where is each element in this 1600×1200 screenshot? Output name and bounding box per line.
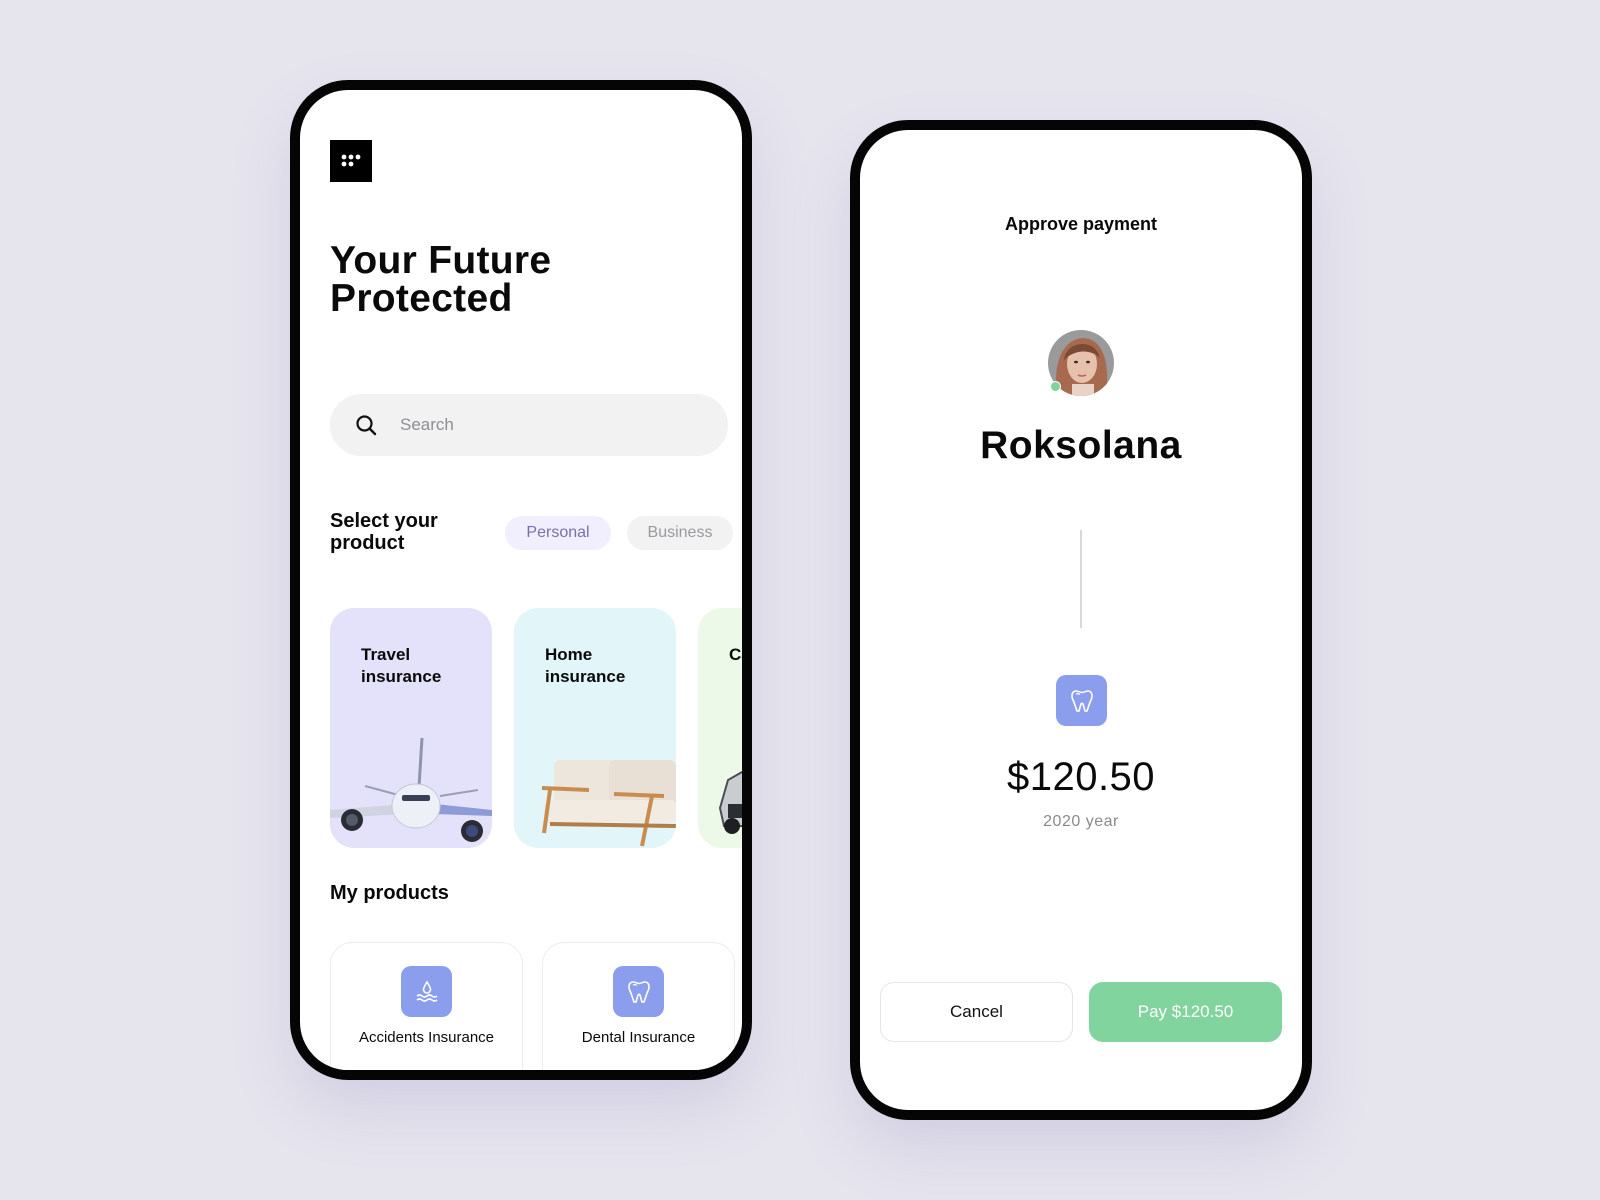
payment-amount: $120.50: [1006, 755, 1156, 799]
car-image: [718, 770, 742, 834]
search-bar[interactable]: [330, 394, 728, 456]
select-product-label: Select your product: [330, 510, 438, 554]
search-icon: [356, 415, 377, 436]
tab-business[interactable]: Business: [627, 516, 733, 550]
tooth-icon: [1070, 689, 1093, 712]
search-input[interactable]: [400, 415, 680, 435]
my-product-accidents[interactable]: Accidents Insurance: [330, 942, 523, 1070]
my-products-heading: My products: [330, 882, 449, 904]
card-title: Travel insurance: [361, 645, 442, 686]
online-status-dot: [1050, 381, 1061, 392]
prod-icon-box: [613, 966, 664, 1017]
airplane-image: [330, 737, 492, 842]
prod-icon-box: [401, 966, 452, 1017]
screen-title: Approve payment: [1004, 214, 1158, 234]
divider-line: [1080, 530, 1082, 628]
home-screen-phone: Your Future Protected Select your produc…: [290, 80, 752, 1080]
payment-screen-phone: Approve payment Roksolana $120.50 2020 y…: [850, 120, 1312, 1120]
grid-dots-icon: [341, 154, 361, 167]
product-card-car[interactable]: Car insurance: [698, 608, 751, 848]
card-title: Home insurance: [545, 645, 626, 686]
menu-button[interactable]: [330, 140, 372, 182]
tab-personal[interactable]: Personal: [505, 516, 611, 550]
payee-name: Roksolana: [980, 424, 1182, 467]
card-title: Car insurance: [729, 645, 751, 664]
my-product-dental[interactable]: Dental Insurance: [542, 942, 735, 1070]
page-title: Your Future Protected: [330, 239, 552, 320]
cancel-button[interactable]: Cancel: [880, 982, 1073, 1042]
payment-product-icon-box: [1056, 675, 1107, 726]
product-card-home[interactable]: Home insurance: [514, 608, 676, 848]
product-cards-carousel[interactable]: Travel insurance Home insurance Ca: [330, 608, 751, 848]
my-product-label: Accidents Insurance: [358, 1029, 495, 1046]
pay-button[interactable]: Pay $120.50: [1089, 982, 1282, 1042]
my-product-label: Dental Insurance: [581, 1029, 696, 1046]
payment-period: 2020 year: [1043, 813, 1119, 830]
water-drop-icon: [416, 979, 437, 1002]
sofa-image: [541, 760, 676, 847]
tooth-icon: [627, 980, 650, 1003]
product-card-travel[interactable]: Travel insurance: [330, 608, 492, 848]
payee-avatar-wrap[interactable]: [1048, 330, 1114, 396]
